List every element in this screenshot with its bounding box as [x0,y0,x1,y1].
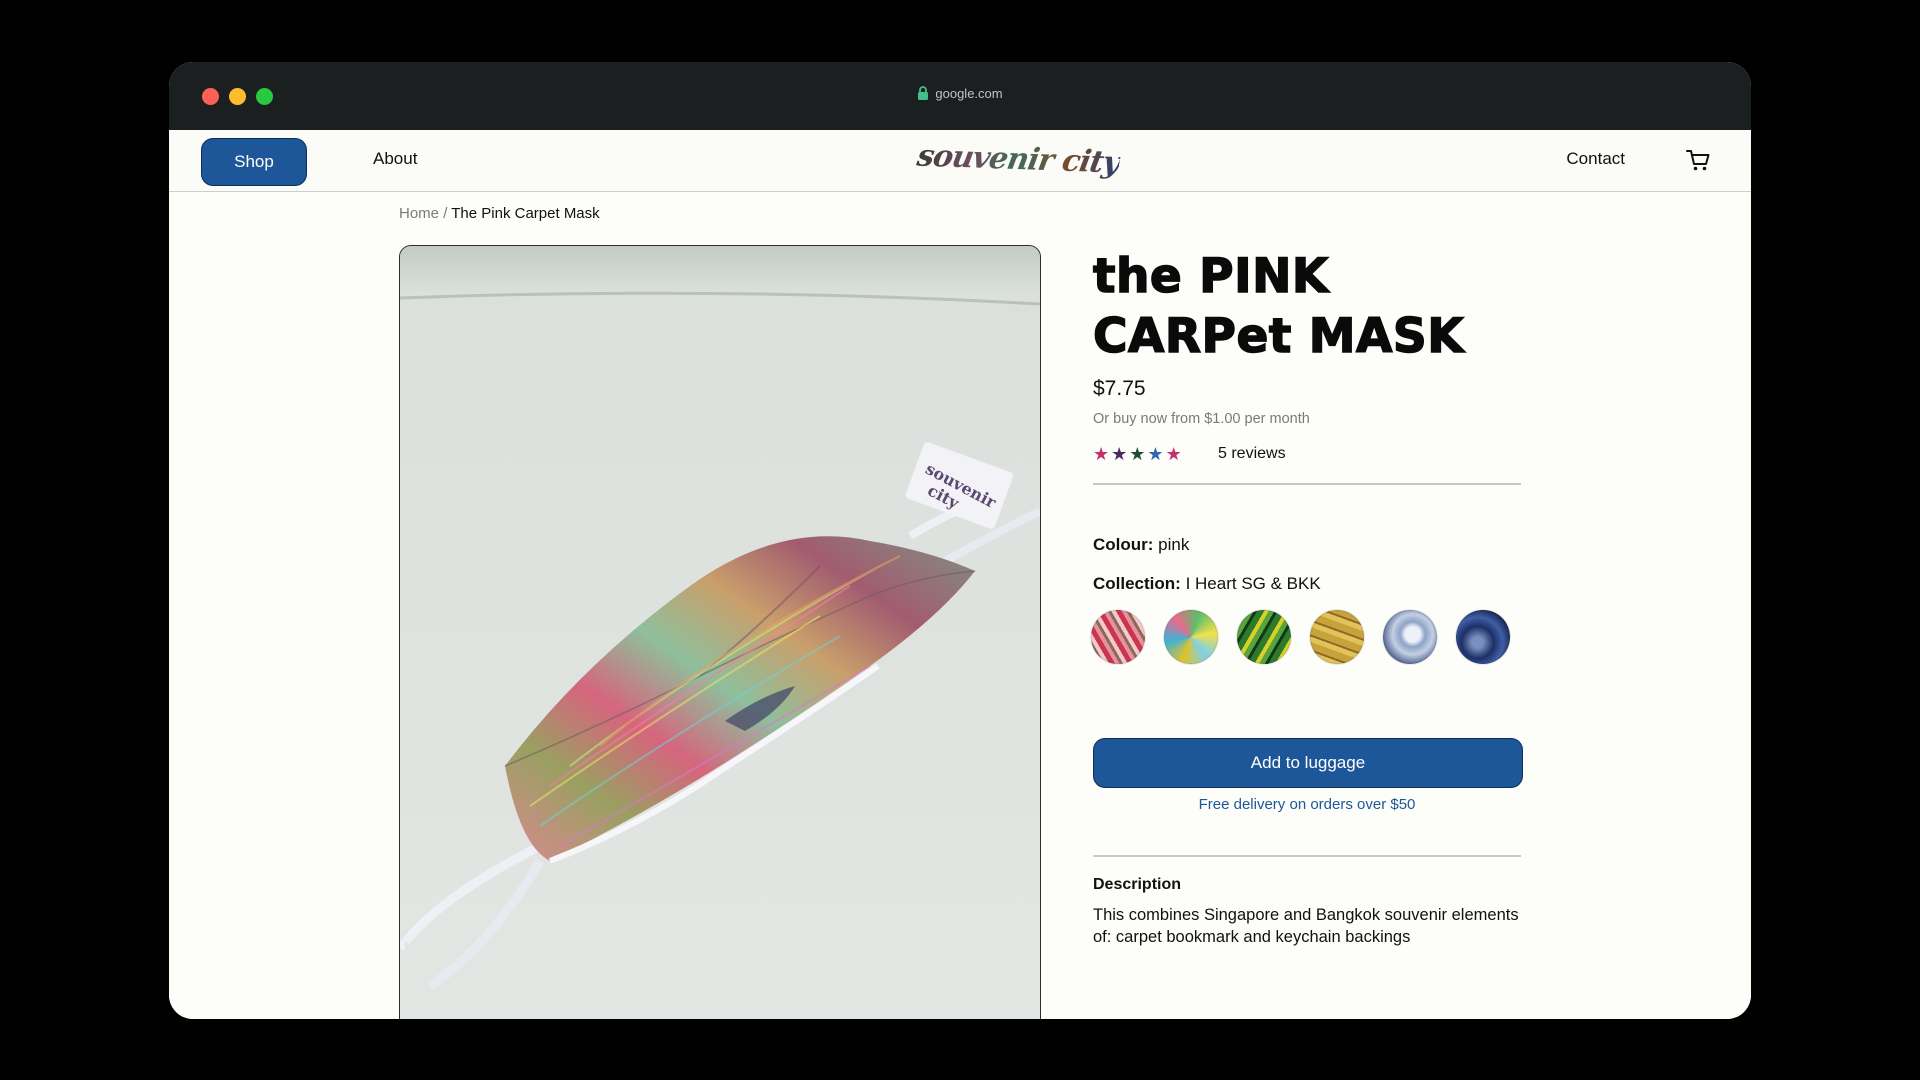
swatch-rainbow-triangle[interactable] [1164,610,1218,664]
divider [1093,855,1521,857]
url-text: google.com [935,86,1003,101]
add-to-luggage-button[interactable]: Add to luggage [1093,738,1523,788]
divider [1093,483,1521,485]
reviews-link[interactable]: 5 reviews [1218,445,1286,463]
swatch-dark-blue[interactable] [1456,610,1510,664]
address-bar[interactable]: google.com [169,86,1751,103]
star-icon: ★ [1129,444,1148,464]
swatch-gold-ochre[interactable] [1310,610,1364,664]
star-rating[interactable]: ★★★★★ [1093,444,1184,465]
site-navbar: Shop About souvenir city Contact [169,130,1751,192]
about-nav-link[interactable]: About [373,149,417,169]
colour-info: Colour: pink [1093,535,1189,555]
swatch-green-yellow[interactable] [1237,610,1291,664]
collection-label: Collection: [1093,574,1181,593]
installment-text: Or buy now from $1.00 per month [1093,411,1310,427]
browser-titlebar: google.com [169,62,1751,130]
shop-nav-button[interactable]: Shop [201,138,307,186]
collection-value: I Heart SG & BKK [1185,574,1321,593]
colour-label: Colour: [1093,535,1154,554]
breadcrumb-home-link[interactable]: Home [399,205,439,222]
star-icon: ★ [1111,444,1130,464]
site-logo[interactable]: souvenir city [914,138,1122,180]
colour-value: pink [1158,535,1190,554]
breadcrumb-separator: / [443,205,448,222]
product-price: $7.75 [1093,377,1146,400]
product-title: the PINK CARPet MASK [1092,248,1465,365]
product-image[interactable]: souvenir city [399,245,1041,1019]
free-delivery-link[interactable]: Free delivery on orders over $50 [1093,796,1521,813]
collection-info: Collection: I Heart SG & BKK [1093,574,1321,594]
swatch-silver-blue[interactable] [1383,610,1437,664]
breadcrumb-current: The Pink Carpet Mask [451,205,600,222]
contact-nav-link[interactable]: Contact [1566,149,1625,169]
description-heading: Description [1093,876,1182,893]
star-icon: ★ [1165,444,1184,464]
star-icon: ★ [1147,444,1166,464]
mask-photo: souvenir city [400,246,1040,1019]
lock-icon [917,86,929,103]
cart-icon[interactable] [1685,147,1711,178]
product-page: Home / The Pink Carpet Mask souvenir cit… [169,192,1751,1019]
breadcrumb: Home / The Pink Carpet Mask [399,205,600,222]
swatch-pink-carpet[interactable] [1091,610,1145,664]
browser-window: google.com Shop About souvenir city Cont… [169,62,1751,1019]
description-text: This combines Singapore and Bangkok souv… [1093,906,1519,946]
star-icon: ★ [1093,444,1112,464]
